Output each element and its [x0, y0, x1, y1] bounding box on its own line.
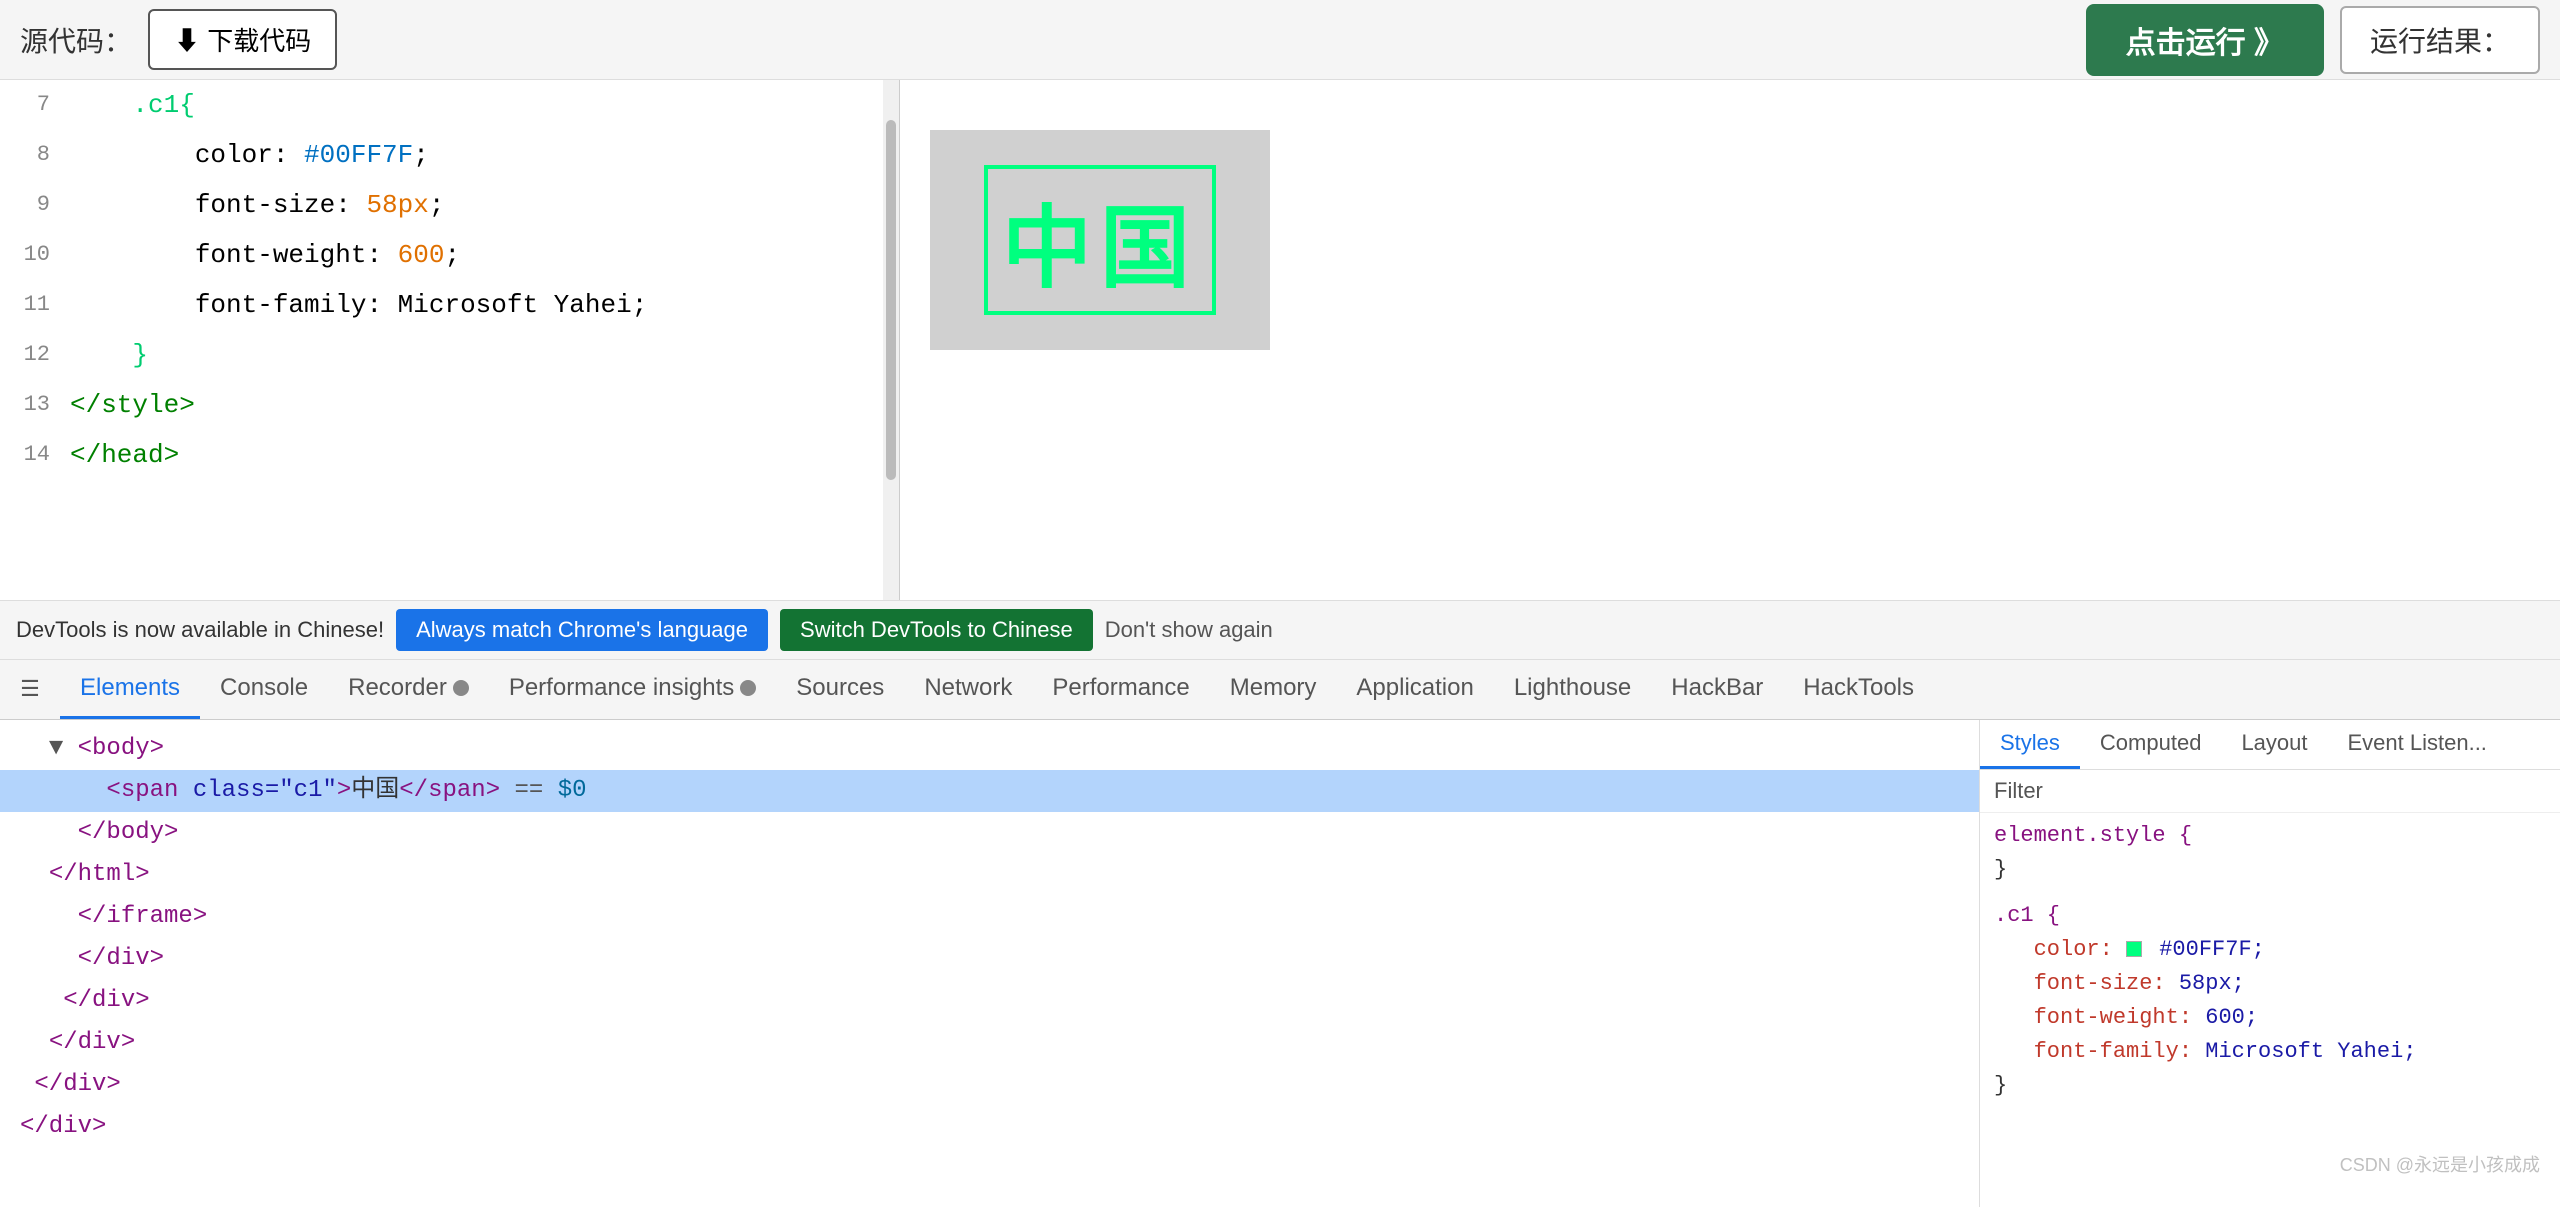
tab-hackbar[interactable]: HackBar: [1651, 660, 1783, 719]
styles-rule-element: element.style { }: [1980, 813, 2560, 893]
subtab-event-listeners[interactable]: Event Listen...: [2328, 720, 2507, 769]
switch-to-chinese-button[interactable]: Switch DevTools to Chinese: [780, 609, 1093, 651]
code-editor: 7 .c1{ 8 color: #00FF7F; 9 font-size: 58…: [0, 80, 899, 480]
devtools-tabs: ☰ Elements Console Recorder Performance …: [0, 660, 2560, 720]
run-button[interactable]: 点击运行 》: [2086, 4, 2324, 76]
code-line: 8 color: #00FF7F;: [0, 130, 899, 180]
subtab-computed[interactable]: Computed: [2080, 720, 2222, 769]
dont-show-again-button[interactable]: Don't show again: [1105, 617, 1273, 643]
code-line: 7 .c1{: [0, 80, 899, 130]
tab-network[interactable]: Network: [904, 660, 1032, 719]
dom-line: </div>: [0, 1022, 1979, 1064]
dom-line: </html>: [0, 854, 1979, 896]
tab-elements[interactable]: Elements: [60, 660, 200, 719]
notify-message: DevTools is now available in Chinese!: [16, 617, 384, 643]
devtools-notification-bar: DevTools is now available in Chinese! Al…: [0, 600, 2560, 660]
code-line: 11 font-family: Microsoft Yahei;: [0, 280, 899, 330]
dom-line: </iframe>: [0, 896, 1979, 938]
code-line: 9 font-size: 58px;: [0, 180, 899, 230]
devtools-body: ▼ <body> <span class="c1" > 中国 </span> =…: [0, 720, 2560, 1207]
recorder-badge: [453, 680, 469, 696]
result-area: 中国: [900, 80, 2560, 600]
tab-hacktools[interactable]: HackTools: [1783, 660, 1934, 719]
tab-memory[interactable]: Memory: [1210, 660, 1337, 719]
dom-line-selected[interactable]: <span class="c1" > 中国 </span> == $0: [0, 770, 1979, 812]
color-swatch: [2126, 941, 2142, 957]
dom-line: </div>: [0, 1064, 1979, 1106]
tab-lighthouse[interactable]: Lighthouse: [1494, 660, 1651, 719]
dom-line: ▼ <body>: [0, 728, 1979, 770]
code-editor-area: 7 .c1{ 8 color: #00FF7F; 9 font-size: 58…: [0, 80, 900, 600]
result-chinese-text: 中国: [984, 165, 1216, 315]
download-button[interactable]: ⬇ 下载代码: [148, 9, 337, 70]
result-box: 中国: [930, 130, 1270, 350]
code-line: 13 </style>: [0, 380, 899, 430]
dom-line: </div>: [0, 980, 1979, 1022]
tab-performance-insights[interactable]: Performance insights: [489, 660, 776, 719]
styles-subtabs: Styles Computed Layout Event Listen...: [1980, 720, 2560, 770]
code-line: 10 font-weight: 600;: [0, 230, 899, 280]
tab-console[interactable]: Console: [200, 660, 328, 719]
scrollbar-thumb[interactable]: [886, 120, 896, 480]
subtab-layout[interactable]: Layout: [2221, 720, 2327, 769]
result-label: 运行结果：: [2340, 6, 2540, 74]
top-bar: 源代码： ⬇ 下载代码 点击运行 》 运行结果：: [0, 0, 2560, 80]
perf-insights-badge: [740, 680, 756, 696]
code-line: 12 }: [0, 330, 899, 380]
code-line: 14 </head>: [0, 430, 899, 480]
tab-performance[interactable]: Performance: [1032, 660, 1209, 719]
subtab-styles[interactable]: Styles: [1980, 720, 2080, 769]
styles-rule-c1: .c1 { color: #00FF7F; font-size: 58px; f…: [1980, 893, 2560, 1109]
tab-sources[interactable]: Sources: [776, 660, 904, 719]
tab-recorder[interactable]: Recorder: [328, 660, 489, 719]
source-label: 源代码：: [20, 20, 132, 60]
devtools-menu-icon[interactable]: ☰: [10, 670, 50, 710]
styles-filter[interactable]: Filter: [1980, 770, 2560, 813]
match-language-button[interactable]: Always match Chrome's language: [396, 609, 768, 651]
styles-panel: Styles Computed Layout Event Listen... F…: [1980, 720, 2560, 1207]
dom-tree: ▼ <body> <span class="c1" > 中国 </span> =…: [0, 720, 1980, 1207]
dom-line: </div>: [0, 938, 1979, 980]
scrollbar[interactable]: [883, 80, 899, 600]
dom-line: </body>: [0, 812, 1979, 854]
dom-line: </div>: [0, 1106, 1979, 1148]
tab-application[interactable]: Application: [1336, 660, 1493, 719]
